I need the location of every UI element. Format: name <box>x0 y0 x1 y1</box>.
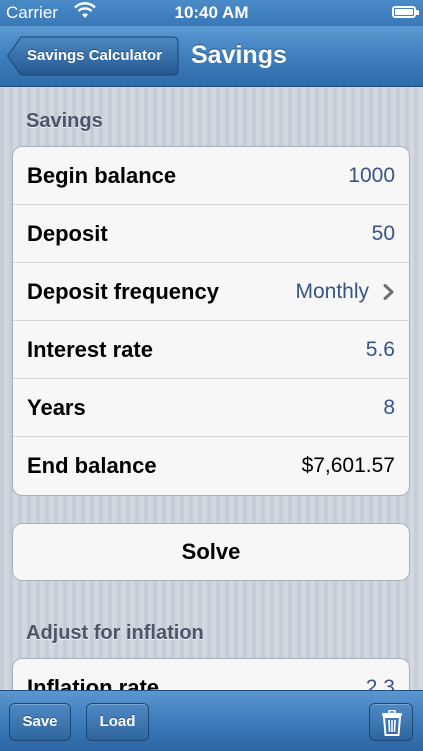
save-button[interactable]: Save <box>9 703 71 741</box>
begin-balance-value[interactable]: 1000 <box>348 147 395 205</box>
row-deposit-frequency[interactable]: Deposit frequency Monthly <box>13 263 409 321</box>
solve-button[interactable]: Solve <box>12 523 410 581</box>
deposit-frequency-value: Monthly <box>295 280 369 303</box>
row-label: Interest rate <box>27 337 153 362</box>
row-label: Begin balance <box>27 163 177 188</box>
row-label: Years <box>27 395 86 420</box>
row-label: Deposit frequency <box>27 279 219 304</box>
trash-icon <box>382 710 402 736</box>
trash-button[interactable] <box>369 703 413 741</box>
status-bar: Carrier 10:40 AM <box>0 0 423 26</box>
row-begin-balance[interactable]: Begin balance 1000 <box>13 147 409 205</box>
years-value[interactable]: 8 <box>383 379 395 437</box>
status-time: 10:40 AM <box>174 3 249 22</box>
deposit-value[interactable]: 50 <box>372 205 395 263</box>
battery-icon <box>392 6 419 18</box>
chevron-right-icon <box>383 284 394 300</box>
row-years[interactable]: Years 8 <box>13 379 409 437</box>
savings-group: Begin balance 1000 Deposit 50 Deposit fr… <box>12 146 410 496</box>
section-header-inflation: Adjust for inflation <box>26 622 204 644</box>
load-button[interactable]: Load <box>86 703 149 741</box>
back-button[interactable]: Savings Calculator <box>7 36 179 76</box>
end-balance-value: $7,601.57 <box>301 454 395 477</box>
interest-rate-value[interactable]: 5.6 <box>366 321 395 379</box>
row-label: End balance <box>27 453 157 478</box>
row-end-balance: End balance $7,601.57 <box>13 437 409 495</box>
navigation-bar: Savings Calculator Savings <box>0 26 423 87</box>
row-interest-rate[interactable]: Interest rate 5.6 <box>13 321 409 379</box>
back-button-label: Savings Calculator <box>27 47 163 64</box>
bottom-toolbar: Save Load <box>0 690 423 751</box>
row-label: Deposit <box>27 221 108 246</box>
section-header-savings: Savings <box>26 110 103 132</box>
row-deposit[interactable]: Deposit 50 <box>13 205 409 263</box>
page-title: Savings <box>191 41 287 69</box>
